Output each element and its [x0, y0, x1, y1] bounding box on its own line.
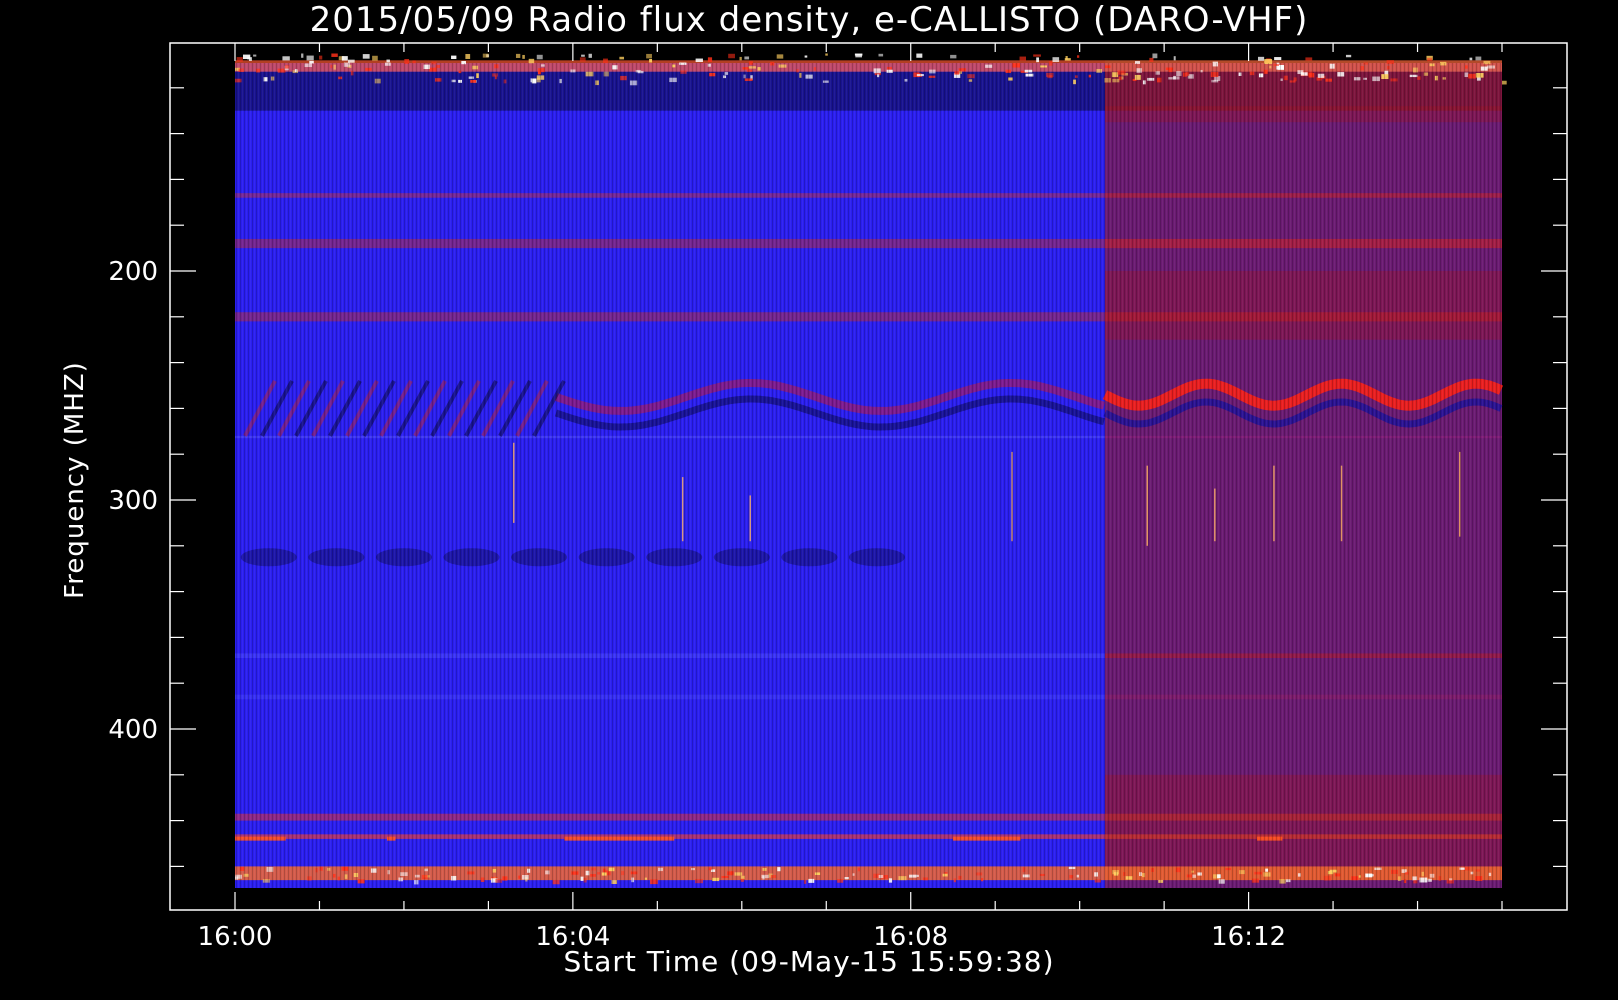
speckle — [341, 56, 348, 61]
speckle — [728, 53, 735, 59]
speckle — [1257, 56, 1265, 61]
speckle — [1305, 57, 1313, 61]
speckle — [522, 54, 525, 59]
speckle — [306, 55, 314, 61]
speckle — [482, 53, 489, 58]
speckle — [776, 54, 784, 59]
spectrogram-chart: 16:00 16:04 16:08 16:12200300400 — [108, 42, 1568, 952]
speckle — [804, 55, 808, 58]
speckle — [536, 54, 543, 60]
y-tick-label: 300 — [108, 486, 158, 516]
speckle — [950, 54, 957, 59]
speckle — [386, 59, 390, 63]
speckle — [347, 59, 355, 63]
speckle — [1149, 57, 1154, 62]
speckle — [603, 58, 608, 64]
speckle — [1052, 57, 1060, 63]
speckle — [372, 55, 378, 61]
speckle — [236, 57, 243, 62]
speckle — [646, 53, 652, 59]
y-axis-label: Frequency (MHZ) — [60, 361, 90, 599]
speckle — [1076, 55, 1080, 58]
speckle — [253, 54, 257, 57]
speckle — [528, 58, 535, 64]
speckle — [319, 55, 323, 60]
speckle — [412, 60, 416, 64]
speckle — [451, 55, 457, 60]
speckle — [1152, 53, 1158, 59]
speckle — [825, 53, 828, 56]
noise-texture — [235, 63, 1502, 888]
speckle — [248, 57, 252, 61]
speckle — [282, 56, 290, 61]
speckle — [916, 53, 923, 58]
speckle — [695, 58, 703, 63]
y-tick-label: 400 — [108, 715, 158, 745]
speckle — [581, 54, 585, 57]
x-axis-label: Start Time (09-May-15 15:59:38) — [563, 945, 1055, 978]
speckle — [739, 56, 742, 61]
heatmap-layer — [235, 53, 1507, 888]
speckle — [744, 56, 750, 60]
speckle — [1064, 58, 1071, 61]
chart-title: 2015/05/09 Radio flux density, e-CALLIST… — [309, 0, 1309, 40]
speckle — [707, 57, 713, 62]
speckle — [588, 53, 592, 58]
speckle — [619, 56, 625, 60]
speckle — [515, 53, 521, 58]
speckle — [331, 53, 338, 57]
speckle — [1036, 57, 1040, 63]
speckle — [465, 54, 471, 59]
speckle — [1173, 56, 1176, 61]
speckle — [649, 58, 653, 63]
speckle — [855, 53, 862, 58]
speckle — [579, 57, 586, 62]
speckle — [1274, 57, 1282, 61]
y-tick-label: 200 — [108, 257, 158, 287]
speckle — [1501, 80, 1507, 85]
speckle — [1469, 57, 1473, 61]
speckle — [1475, 56, 1482, 61]
speckle — [362, 54, 370, 59]
speckle — [301, 53, 304, 58]
speckle — [878, 53, 884, 57]
speckle — [1033, 54, 1041, 57]
speckle — [1345, 54, 1352, 58]
speckle — [1427, 57, 1433, 62]
speckle — [1019, 56, 1027, 61]
